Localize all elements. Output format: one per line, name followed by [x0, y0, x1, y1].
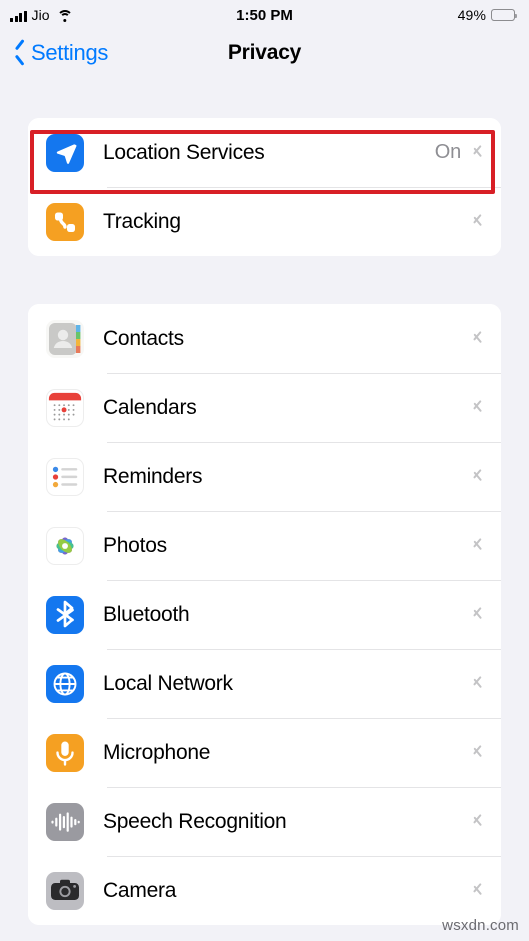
- location-services-icon: [46, 133, 84, 172]
- signal-bars-icon: [10, 10, 27, 23]
- chevron-right-icon: [473, 813, 483, 830]
- settings-group-1: Location Services On Tracking: [28, 118, 501, 256]
- contacts-icon: [46, 319, 84, 358]
- camera-icon: [46, 871, 84, 910]
- row-label: Bluetooth: [103, 602, 190, 626]
- row-label: Contacts: [103, 326, 184, 350]
- row-location-services[interactable]: Location Services On: [28, 118, 501, 187]
- settings-group-2: Contacts Calendars Reminders Photos Blue…: [28, 304, 501, 925]
- row-speech-recognition[interactable]: Speech Recognition: [28, 787, 501, 856]
- watermark: wsxdn.com: [442, 917, 519, 934]
- row-contacts[interactable]: Contacts: [28, 304, 501, 373]
- calendars-icon: [46, 388, 84, 427]
- row-camera[interactable]: Camera: [28, 856, 501, 925]
- row-tracking[interactable]: Tracking: [28, 187, 501, 256]
- wifi-icon: [56, 10, 73, 23]
- chevron-right-icon: [473, 468, 483, 485]
- bluetooth-icon: [46, 595, 84, 634]
- row-label: Reminders: [103, 464, 203, 488]
- navigation-bar: Settings Privacy: [0, 30, 529, 76]
- row-label: Camera: [103, 878, 177, 902]
- row-local-network[interactable]: Local Network: [28, 649, 501, 718]
- chevron-right-icon: [473, 330, 483, 347]
- row-label: Photos: [103, 533, 167, 557]
- speech-recognition-icon: [46, 802, 84, 841]
- row-bluetooth[interactable]: Bluetooth: [28, 580, 501, 649]
- row-label: Calendars: [103, 395, 197, 419]
- status-bar-right: 49%: [457, 7, 518, 23]
- row-photos[interactable]: Photos: [28, 511, 501, 580]
- chevron-right-icon: [473, 675, 483, 692]
- row-label: Location Services: [103, 140, 265, 164]
- row-calendars[interactable]: Calendars: [28, 373, 501, 442]
- chevron-right-icon: [473, 882, 483, 899]
- chevron-right-icon: [473, 213, 483, 230]
- photos-icon: [46, 526, 84, 565]
- battery-icon: [491, 9, 518, 21]
- iphone-screen: Jio 1:50 PM 49% Settings Privacy Locatio…: [0, 0, 529, 941]
- chevron-right-icon: [473, 606, 483, 623]
- status-bar-clock: 1:50 PM: [236, 6, 293, 24]
- row-label: Speech Recognition: [103, 809, 287, 833]
- row-label: Local Network: [103, 671, 233, 695]
- chevron-right-icon: [473, 537, 483, 554]
- page-title: Privacy: [227, 41, 302, 64]
- reminders-icon: [46, 457, 84, 496]
- local-network-icon: [46, 664, 84, 703]
- row-label: Tracking: [103, 209, 181, 233]
- status-bar: Jio 1:50 PM 49%: [0, 0, 529, 30]
- status-bar-left: Jio: [10, 8, 73, 23]
- chevron-right-icon: [473, 399, 483, 416]
- chevron-right-icon: [473, 144, 483, 161]
- top-spacer: [0, 76, 529, 118]
- tracking-icon: [46, 202, 84, 241]
- battery-percent-label: 49%: [457, 7, 486, 23]
- microphone-icon: [46, 733, 84, 772]
- row-microphone[interactable]: Microphone: [28, 718, 501, 787]
- carrier-label: Jio: [31, 6, 50, 23]
- row-reminders[interactable]: Reminders: [28, 442, 501, 511]
- row-label: Microphone: [103, 740, 211, 764]
- chevron-right-icon: [473, 744, 483, 761]
- row-value: On: [434, 141, 461, 163]
